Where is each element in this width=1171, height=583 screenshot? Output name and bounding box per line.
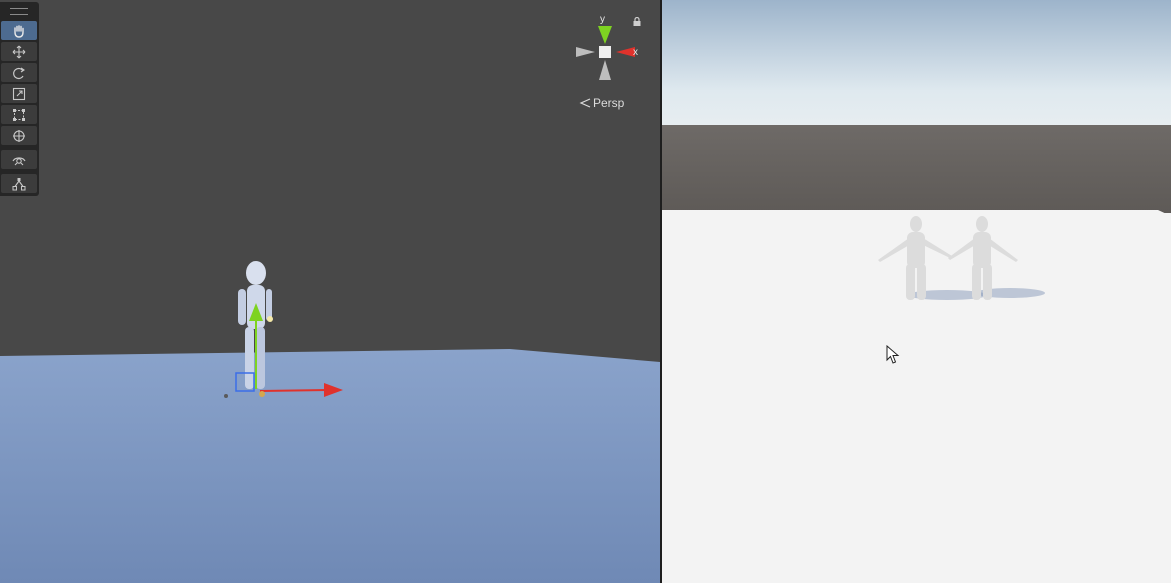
y-axis-cone — [598, 26, 612, 44]
eye-icon — [12, 156, 26, 165]
bone-icon — [12, 177, 26, 190]
game-render — [662, 0, 1171, 583]
projection-toggle[interactable]: Persp — [579, 96, 624, 110]
center-cube — [599, 46, 611, 58]
gizmo-y-label: y — [600, 14, 605, 25]
drag-handle-icon[interactable] — [10, 8, 28, 15]
game-view[interactable] — [662, 0, 1171, 583]
view-tool-button[interactable] — [1, 150, 37, 169]
hand-icon — [14, 24, 24, 38]
rotate-icon — [13, 67, 25, 79]
transform-tool-button[interactable] — [1, 126, 37, 145]
projection-label: Persp — [593, 96, 625, 110]
custom-tool-button[interactable] — [1, 174, 37, 193]
move-tool-button[interactable] — [1, 42, 37, 61]
gizmo-x-label: x — [633, 47, 638, 58]
mouse-cursor-icon — [886, 345, 900, 364]
scale-tool-button[interactable] — [1, 84, 37, 103]
move-icon — [12, 45, 26, 58]
tool-palette — [0, 2, 39, 196]
transform-icon — [13, 129, 25, 142]
rect-transform-icon — [13, 108, 25, 121]
neg-x-axis-cone — [576, 47, 595, 57]
scene-view[interactable]: y x Persp — [0, 0, 660, 583]
rect-tool-button[interactable] — [1, 105, 37, 124]
rotate-tool-button[interactable] — [1, 63, 37, 82]
orientation-gizmo[interactable]: y x — [574, 12, 644, 86]
lock-icon[interactable] — [633, 17, 641, 26]
hand-tool-button[interactable] — [1, 21, 37, 40]
neg-y-axis-cone — [599, 60, 611, 80]
scale-icon — [12, 87, 26, 100]
perspective-icon — [579, 98, 591, 108]
selected-character[interactable] — [200, 255, 400, 425]
